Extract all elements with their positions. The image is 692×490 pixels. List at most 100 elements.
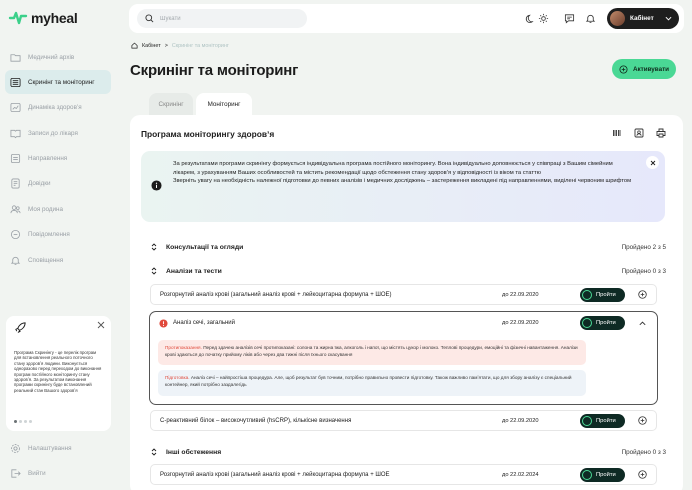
promo-pagination[interactable] bbox=[14, 420, 32, 423]
sidebar-item-label: Медичний архів bbox=[28, 53, 75, 61]
tab-screening[interactable]: Скринінг bbox=[149, 93, 193, 115]
add-circle-icon[interactable] bbox=[638, 416, 647, 425]
chat-icon[interactable] bbox=[564, 13, 575, 24]
pass-label: Пройти bbox=[596, 320, 616, 326]
test-name: С-реактивний білок – високочутливий (hsC… bbox=[160, 417, 352, 424]
sidebar-item-referrals[interactable]: Направлення bbox=[5, 147, 111, 171]
top-bar: Кабінет bbox=[129, 4, 684, 33]
pagination-dot[interactable] bbox=[29, 420, 32, 423]
sidebar-item-my-family[interactable]: Моя родина bbox=[5, 197, 111, 221]
search-box[interactable] bbox=[137, 9, 307, 28]
progress-ring-icon bbox=[582, 469, 592, 480]
breadcrumb: Кабінет > Скринінг та моніторинг bbox=[131, 42, 229, 49]
contraindications-label: Протипоказання. bbox=[165, 345, 202, 350]
pagination-dot[interactable] bbox=[14, 420, 17, 423]
book-icon bbox=[10, 129, 21, 138]
chevron-updown-icon bbox=[151, 448, 157, 456]
sidebar-item-screening-monitoring[interactable]: Скринінг та моніторинг bbox=[5, 70, 111, 95]
bell-icon[interactable] bbox=[585, 13, 596, 24]
sidebar-item-doctor-appointments[interactable]: Записи до лікаря bbox=[5, 121, 111, 145]
pass-button[interactable]: Пройти bbox=[580, 413, 625, 428]
sidebar-item-certificates[interactable]: Довідки bbox=[5, 172, 111, 196]
test-row: Розгорнутий аналіз крові (загальний анал… bbox=[150, 284, 657, 305]
sidebar-item-notifications[interactable]: Сповіщення bbox=[5, 248, 111, 272]
sidebar-item-label: Направлення bbox=[28, 155, 68, 163]
info-paragraph: За результатами програми скринінгу форму… bbox=[173, 161, 613, 176]
gear-icon bbox=[11, 443, 20, 453]
section-progress: Пройдено 0 з 3 bbox=[621, 448, 666, 456]
sidebar-item-logout[interactable]: Вийти bbox=[5, 461, 111, 485]
list-icon bbox=[10, 77, 21, 87]
sidebar-item-label: Скринінг та моніторинг bbox=[28, 78, 95, 86]
pass-button[interactable]: Пройти bbox=[580, 287, 625, 302]
sidebar-item-medical-archive[interactable]: Медичний архів bbox=[5, 45, 111, 69]
sun-icon[interactable] bbox=[538, 13, 549, 24]
chart-icon bbox=[10, 103, 21, 113]
close-icon[interactable] bbox=[97, 321, 105, 329]
print-icon[interactable] bbox=[656, 128, 666, 138]
section-other-examinations[interactable]: Інші обстеження Пройдено 0 з 3 bbox=[140, 440, 666, 464]
test-due-date: до 22.09.2020 bbox=[502, 417, 539, 424]
section-title: Аналізи та тести bbox=[166, 267, 222, 275]
program-title: Програма моніторингу здоровʼя bbox=[141, 129, 275, 139]
pass-button[interactable]: Пройти bbox=[580, 467, 625, 482]
sidebar-item-health-dynamics[interactable]: Динаміка здоровʼя bbox=[5, 96, 111, 120]
family-icon bbox=[10, 205, 21, 214]
breadcrumb-home[interactable]: Кабінет bbox=[142, 43, 161, 49]
sidebar-item-label: Повідомлення bbox=[28, 231, 70, 239]
test-row: Розгорнутий аналіз крові (загальний анал… bbox=[150, 464, 657, 485]
progress-ring-icon bbox=[582, 415, 592, 426]
sidebar: myheal Медичний архів Скринінг та моніто… bbox=[0, 0, 118, 490]
breadcrumb-current: Скринінг та моніторинг bbox=[171, 42, 229, 49]
section-title: Інші обстеження bbox=[166, 448, 222, 456]
search-input[interactable] bbox=[160, 15, 300, 22]
moon-icon[interactable] bbox=[525, 13, 536, 24]
chevron-up-icon[interactable] bbox=[638, 319, 647, 328]
bell-icon bbox=[10, 256, 21, 265]
progress-ring-icon bbox=[582, 318, 592, 328]
pass-label: Пройти bbox=[596, 471, 616, 478]
logo[interactable]: myheal bbox=[8, 9, 78, 27]
add-circle-icon[interactable] bbox=[638, 470, 647, 479]
section-progress: Пройдено 2 з 5 bbox=[621, 243, 666, 251]
tab-monitoring[interactable]: Моніторинг bbox=[196, 93, 252, 115]
section-tests[interactable]: Аналізи та тести Пройдено 0 з 3 bbox=[140, 259, 666, 283]
pass-label: Пройти bbox=[596, 291, 616, 298]
add-circle-icon[interactable] bbox=[638, 290, 647, 299]
test-row: С-реактивний білок – високочутливий (hsC… bbox=[150, 410, 657, 431]
monitoring-program-card: Програма моніторингу здоровʼя За результ… bbox=[130, 115, 683, 490]
sidebar-item-label: Налаштування bbox=[28, 444, 72, 452]
pagination-dot[interactable] bbox=[24, 420, 27, 423]
home-icon[interactable] bbox=[131, 42, 138, 49]
contraindications-text: Перед здачею аналізів сечі протипоказані… bbox=[165, 345, 578, 358]
chevron-updown-icon bbox=[151, 243, 157, 251]
test-due-date: до 22.09.2020 bbox=[502, 320, 539, 326]
barcode-icon[interactable] bbox=[612, 128, 622, 138]
cabinet-label: Кабінет bbox=[630, 15, 654, 22]
message-icon bbox=[10, 230, 21, 240]
folder-icon bbox=[10, 53, 21, 62]
test-row-header: Аналіз сечі, загальний до 22.09.2020 Про… bbox=[150, 312, 657, 334]
pagination-dot[interactable] bbox=[19, 420, 22, 423]
pass-button[interactable]: Пройти bbox=[580, 316, 625, 330]
sidebar-nav: Медичний архів Скринінг та моніторинг Ди… bbox=[5, 45, 111, 274]
contact-card-icon[interactable] bbox=[634, 128, 644, 138]
test-name: Аналіз сечі, загальний bbox=[173, 320, 235, 326]
sidebar-item-label: Вийти bbox=[28, 469, 46, 477]
test-name: Розгорнутий аналіз крові (загальний анал… bbox=[160, 291, 392, 298]
test-name: Розгорнутий аналіз крові (загальний анал… bbox=[160, 471, 390, 478]
logo-text: myheal bbox=[31, 10, 78, 26]
preparation-text: Аналіз сечі – найпростіша процедура. Але… bbox=[165, 375, 572, 388]
sidebar-item-settings[interactable]: Налаштування bbox=[5, 436, 111, 460]
activate-button[interactable]: Активувати bbox=[612, 59, 676, 79]
close-icon bbox=[650, 160, 655, 165]
sidebar-item-messages[interactable]: Повідомлення bbox=[5, 223, 111, 247]
test-row-expanded: Аналіз сечі, загальний до 22.09.2020 Про… bbox=[149, 311, 658, 405]
alert-icon bbox=[159, 318, 168, 328]
info-close-button[interactable] bbox=[646, 156, 659, 169]
section-consultations[interactable]: Консультації та огляди Пройдено 2 з 5 bbox=[140, 235, 666, 259]
sidebar-item-label: Довідки bbox=[28, 180, 51, 188]
chevron-updown-icon bbox=[151, 267, 157, 275]
card-toolbar bbox=[612, 128, 666, 138]
cabinet-menu-button[interactable]: Кабінет bbox=[607, 8, 679, 29]
